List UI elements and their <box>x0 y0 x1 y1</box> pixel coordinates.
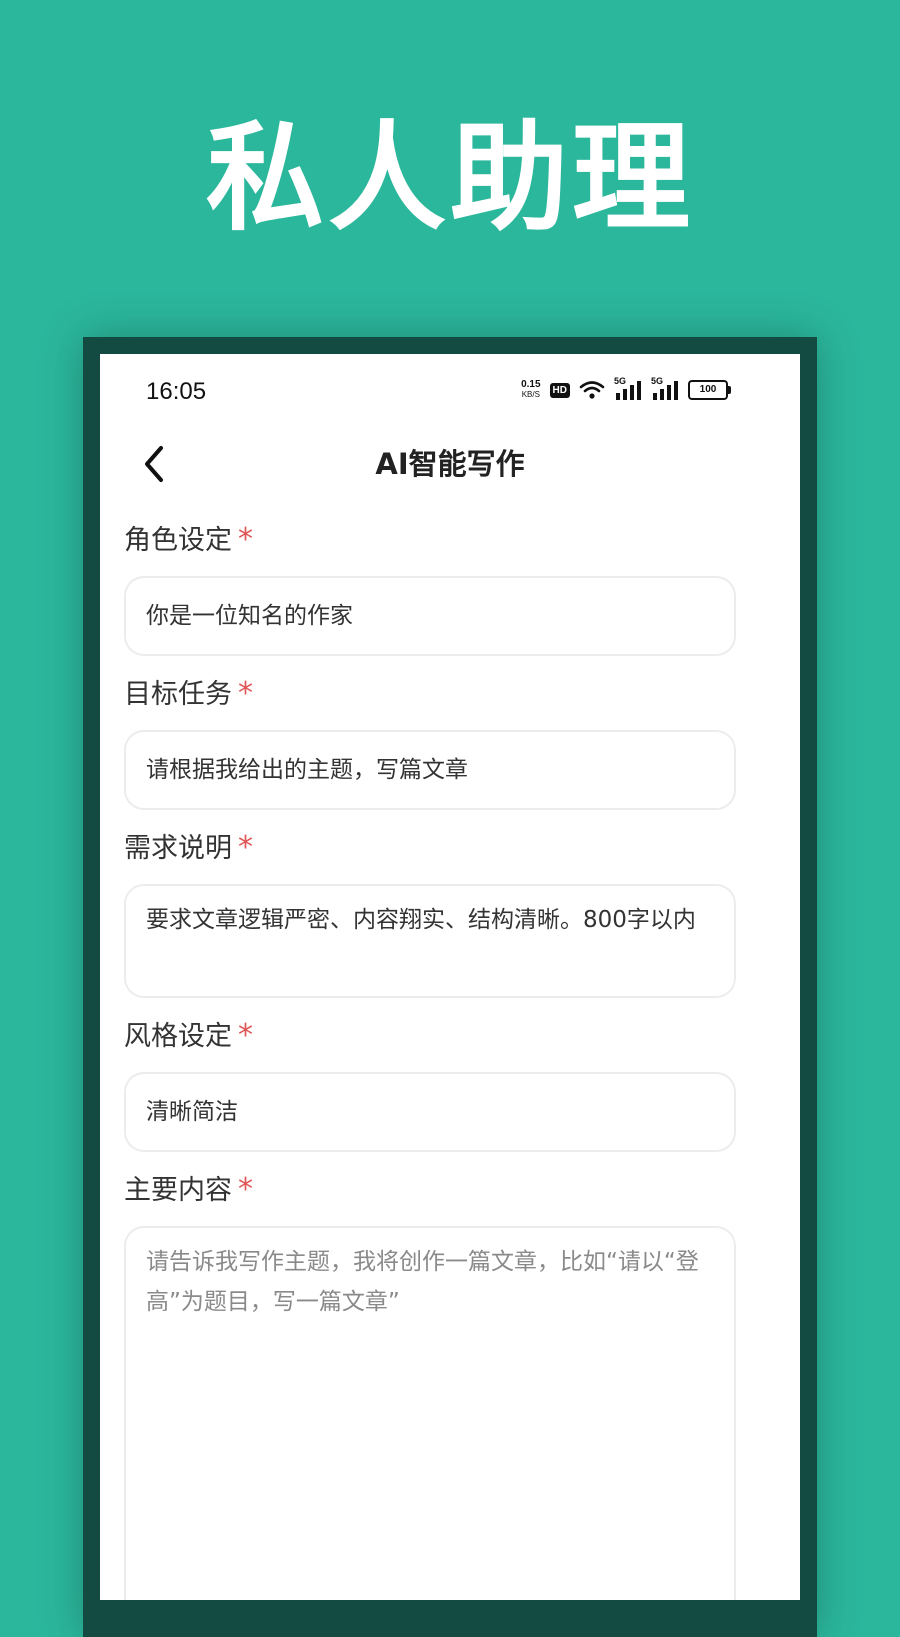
content-label-text: 主要内容 <box>124 1175 232 1206</box>
content-label: 主要内容 * <box>124 1172 253 1209</box>
back-button[interactable] <box>130 440 178 488</box>
required-mark: * <box>238 830 253 865</box>
wifi-icon <box>579 381 605 399</box>
app-header: AI智能写作 <box>100 434 800 494</box>
status-icons: 0.15 KB/S HD 5G 5G 100 <box>521 376 731 400</box>
content-textarea[interactable]: 请告诉我写作主题，我将创作一篇文章，比如“请以“登高”为题目，写一篇文章” <box>124 1226 736 1600</box>
task-label: 目标任务 * <box>124 676 253 713</box>
required-mark: * <box>238 1018 253 1053</box>
role-label-text: 角色设定 <box>124 525 232 556</box>
battery-icon: 100 <box>688 380 731 400</box>
app-screen: 16:05 0.15 KB/S HD 5G 5G 100 AI智能写作 角色设定… <box>100 354 800 1600</box>
task-input[interactable]: 请根据我给出的主题，写篇文章 <box>124 730 736 810</box>
requirements-label-text: 需求说明 <box>124 833 232 864</box>
signal-sim1-label: 5G <box>614 376 627 386</box>
network-speed: 0.15 KB/S <box>521 380 540 400</box>
content-placeholder: 请告诉我写作主题，我将创作一篇文章，比如“请以“登高”为题目，写一篇文章” <box>146 1249 699 1315</box>
required-mark: * <box>238 676 253 711</box>
requirements-label: 需求说明 * <box>124 830 253 867</box>
role-input[interactable]: 你是一位知名的作家 <box>124 576 736 656</box>
role-label: 角色设定 * <box>124 522 253 559</box>
status-bar: 16:05 0.15 KB/S HD 5G 5G 100 <box>100 354 800 434</box>
style-label: 风格设定 * <box>124 1018 253 1055</box>
hd-icon: HD <box>549 382 570 398</box>
status-time: 16:05 <box>146 378 207 405</box>
network-speed-unit: KB/S <box>521 390 540 399</box>
style-input[interactable]: 清晰简洁 <box>124 1072 736 1152</box>
signal-sim1-icon: 5G <box>614 376 642 400</box>
required-mark: * <box>238 522 253 557</box>
task-label-text: 目标任务 <box>124 679 232 710</box>
style-label-text: 风格设定 <box>124 1021 232 1052</box>
task-input-value: 请根据我给出的主题，写篇文章 <box>146 757 468 783</box>
signal-sim2-label: 5G <box>651 376 664 386</box>
role-input-value: 你是一位知名的作家 <box>146 603 353 629</box>
requirements-input-value: 要求文章逻辑严密、内容翔实、结构清晰。800字以内 <box>146 907 696 933</box>
style-input-value: 清晰简洁 <box>146 1099 238 1125</box>
banner-title: 私人助理 <box>205 109 694 247</box>
signal-sim2-icon: 5G <box>651 376 679 400</box>
required-mark: * <box>238 1172 253 1207</box>
page-title: AI智能写作 <box>375 447 525 481</box>
chevron-left-icon <box>145 446 163 482</box>
network-speed-value: 0.15 <box>521 379 541 390</box>
requirements-input[interactable]: 要求文章逻辑严密、内容翔实、结构清晰。800字以内 <box>124 884 736 998</box>
